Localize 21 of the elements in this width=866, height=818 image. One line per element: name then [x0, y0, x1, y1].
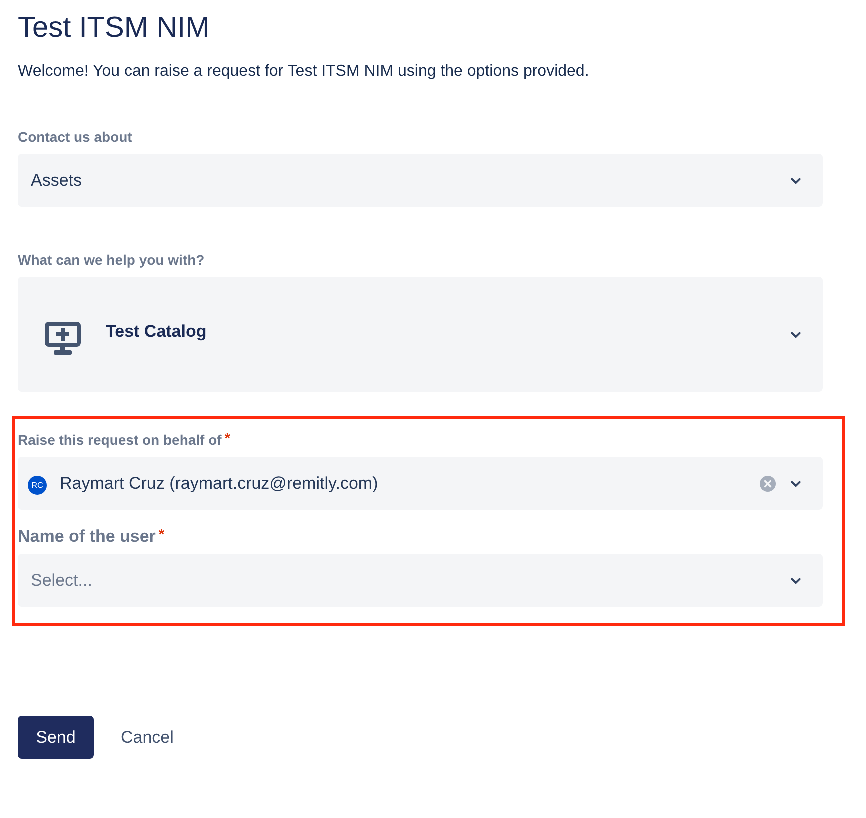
field-label: Name of the user	[18, 527, 156, 547]
user-avatar: RC	[28, 476, 47, 495]
clear-icon[interactable]	[760, 476, 776, 492]
user-name-select[interactable]: Select...	[18, 554, 823, 607]
monitor-plus-icon	[45, 322, 81, 355]
chevron-down-icon	[791, 481, 801, 488]
topic-select[interactable]: Assets	[18, 154, 823, 207]
required-asterisk: *	[158, 527, 164, 541]
intro-text: Welcome! You can raise a request for Test ITSM NIM using the options provided.	[18, 62, 590, 82]
chevron-down-icon	[791, 332, 801, 339]
page-title: Test ITSM NIM	[18, 11, 211, 45]
field-label: What can we help you with?	[18, 251, 205, 269]
request-type-select[interactable]: Test Catalog	[18, 277, 823, 392]
send-button[interactable]: Send	[18, 716, 94, 759]
user-select[interactable]: RC Raymart Cruz (raymart.cruz@remitly.com)	[18, 457, 823, 510]
chevron-down-icon	[791, 178, 801, 185]
field-label: Contact us about	[18, 128, 132, 146]
chevron-down-icon	[791, 578, 801, 585]
field-label: Raise this request on behalf of	[18, 431, 222, 449]
cancel-button[interactable]: Cancel	[111, 716, 184, 759]
required-asterisk: *	[224, 431, 230, 445]
